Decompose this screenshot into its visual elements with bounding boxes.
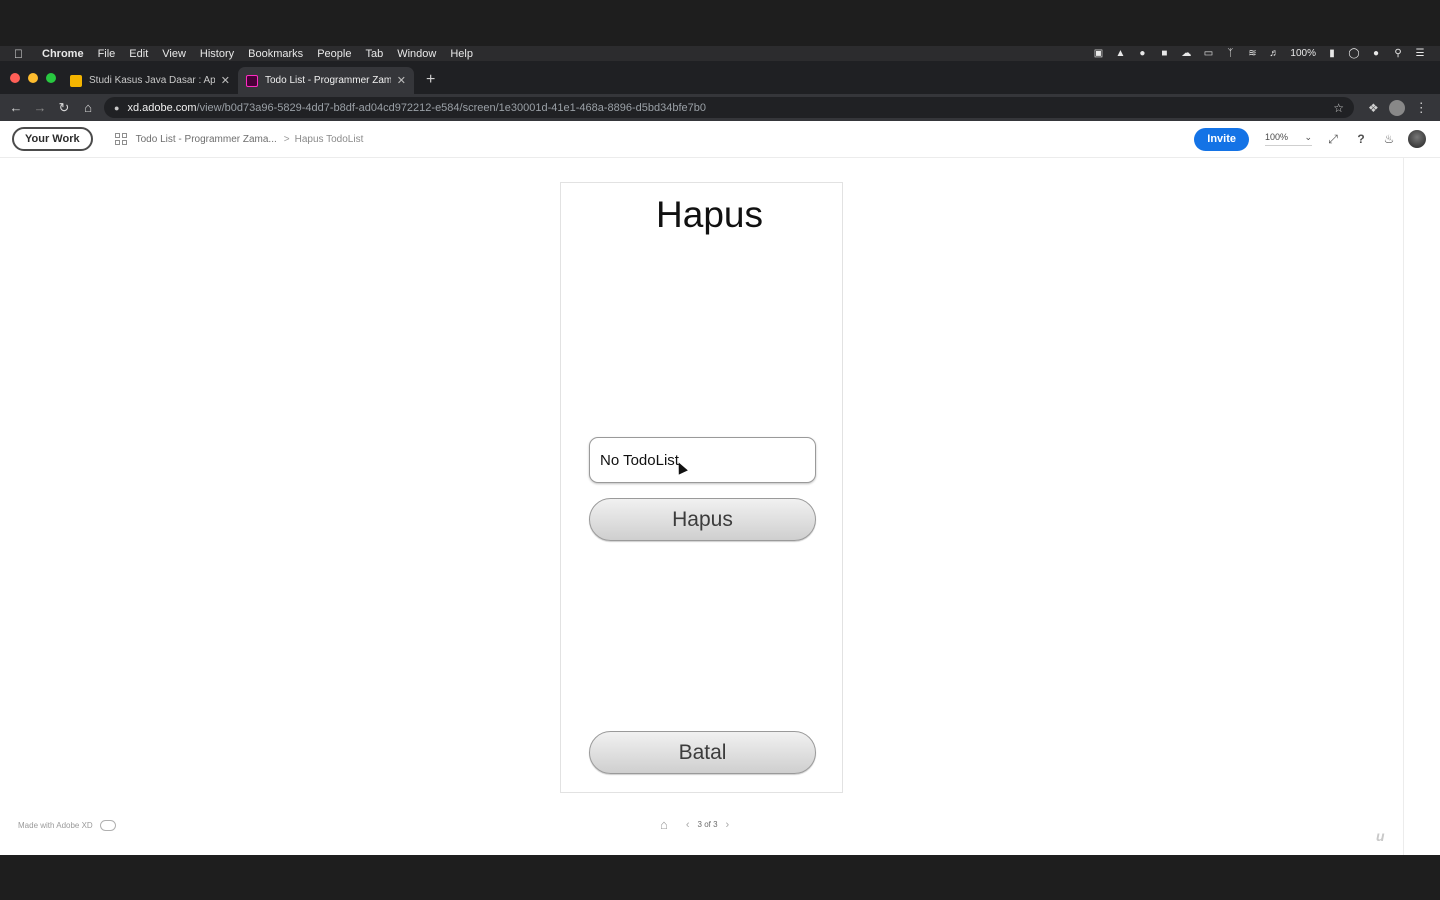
lock-icon[interactable]: ● — [114, 103, 119, 113]
profile-avatar-icon[interactable] — [1388, 99, 1405, 116]
your-work-button[interactable]: Your Work — [12, 127, 93, 151]
xd-header-actions: Invite 100% ⌄ ⤢ ? ♨ — [1194, 127, 1440, 151]
comments-rail-divider — [1403, 158, 1404, 855]
clock-icon[interactable]: ◯ — [1348, 48, 1360, 59]
screen-pager: ⌂ ‹ 3 of 3 › — [660, 817, 737, 832]
menu-bookmarks[interactable]: Bookmarks — [248, 48, 303, 60]
menu-file[interactable]: File — [98, 48, 116, 60]
hat-icon[interactable]: ▲ — [1114, 48, 1126, 59]
menu-history[interactable]: History — [200, 48, 234, 60]
close-tab-icon[interactable]: ✕ — [221, 74, 230, 87]
hapus-button[interactable]: Hapus — [589, 498, 816, 541]
browser-tab-todo-list[interactable]: Todo List - Programmer Zaman ✕ — [238, 67, 414, 94]
docker-icon[interactable]: ■ — [1158, 48, 1170, 59]
artboard-title: Hapus — [656, 194, 763, 235]
breadcrumb-screen: Hapus TodoList — [294, 133, 364, 145]
breadcrumb-project[interactable]: Todo List - Programmer Zama... — [136, 134, 277, 145]
close-tab-icon[interactable]: ✕ — [397, 74, 406, 87]
menu-help[interactable]: Help — [450, 48, 473, 60]
menu-view[interactable]: View — [162, 48, 186, 60]
browser-toolbar: ← → ↻ ⌂ ● xd.adobe.com /view/b0d73a96-58… — [0, 94, 1440, 121]
next-screen-icon[interactable]: › — [726, 819, 730, 831]
menu-tab[interactable]: Tab — [365, 48, 383, 60]
spotlight-search-icon[interactable]: ⚲ — [1392, 48, 1404, 59]
display-icon[interactable]: ▭ — [1202, 48, 1214, 59]
home-icon[interactable]: ⌂ — [76, 100, 100, 115]
xd-share-page: Your Work Todo List - Programmer Zama...… — [0, 121, 1440, 855]
udemy-watermark-logo: u — [1376, 828, 1385, 844]
adobe-xd-favicon-icon — [246, 74, 258, 87]
home-screen-icon[interactable]: ⌂ — [660, 817, 668, 832]
user-avatar[interactable] — [1408, 130, 1426, 148]
menu-edit[interactable]: Edit — [129, 48, 148, 60]
xd-header: Your Work Todo List - Programmer Zama...… — [0, 121, 1440, 158]
volume-icon[interactable]: ♬ — [1268, 48, 1280, 59]
made-with-xd: Made with Adobe XD — [18, 820, 116, 831]
extensions-puzzle-icon[interactable]: ❖ — [1368, 101, 1379, 115]
letterbox-top — [0, 0, 1440, 46]
menu-window[interactable]: Window — [397, 48, 436, 60]
browser-tab-studi-kasus[interactable]: Studi Kasus Java Dasar : Aplik ✕ — [62, 67, 238, 94]
browser-tab-strip: Studi Kasus Java Dasar : Aplik ✕ Todo Li… — [0, 61, 1440, 94]
mac-menubar:  Chrome File Edit View History Bookmark… — [0, 46, 1440, 61]
url-host: xd.adobe.com — [127, 101, 197, 114]
breadcrumb-separator: > — [283, 133, 290, 145]
chevron-down-icon: ⌄ — [1304, 132, 1312, 142]
made-with-label: Made with Adobe XD — [18, 821, 93, 830]
user-icon[interactable]: ● — [1370, 48, 1382, 59]
notification-bell-icon[interactable]: ♨ — [1382, 132, 1396, 146]
close-window-button[interactable] — [10, 73, 20, 83]
menu-people[interactable]: People — [317, 48, 351, 60]
pager-count: 3 of 3 — [697, 820, 718, 829]
battery-icon[interactable]: ▮ — [1326, 48, 1338, 59]
menubar-status-area: ▣ ▲ ● ■ ☁ ▭ ᛉ ≋ ♬ 100% ▮ ◯ ● ⚲ ☰ — [1092, 48, 1440, 59]
todo-number-input[interactable]: No TodoList — [589, 437, 816, 483]
bluetooth-icon[interactable]: ᛉ — [1224, 48, 1236, 59]
battery-percent[interactable]: 100% — [1290, 48, 1316, 59]
fullscreen-icon[interactable]: ⤢ — [1326, 132, 1340, 147]
tab-title: Studi Kasus Java Dasar : Aplik — [89, 75, 215, 86]
screen-record-icon[interactable]: ▣ — [1092, 48, 1104, 59]
address-bar[interactable]: ● xd.adobe.com /view/b0d73a96-5829-4dd7-… — [104, 97, 1354, 118]
menu-chrome[interactable]: Chrome — [42, 48, 84, 60]
forward-arrow-icon[interactable]: → — [28, 100, 52, 115]
chrome-menu-icon[interactable]: ⋮ — [1415, 100, 1428, 116]
grid-view-icon[interactable] — [114, 133, 127, 145]
new-tab-icon[interactable]: + — [426, 71, 435, 89]
apple-icon[interactable]:  — [14, 47, 30, 61]
help-icon[interactable]: ? — [1354, 132, 1368, 146]
wifi-icon[interactable]: ≋ — [1246, 48, 1258, 59]
reload-icon[interactable]: ↻ — [52, 100, 76, 116]
url-path: /view/b0d73a96-5829-4dd7-b8df-ad04cd9722… — [196, 101, 707, 114]
previous-screen-icon[interactable]: ‹ — [686, 819, 690, 831]
bookmark-star-icon[interactable]: ☆ — [1333, 101, 1344, 115]
zoom-select[interactable]: 100% ⌄ — [1265, 132, 1312, 146]
slides-favicon-icon — [70, 74, 82, 87]
artboard-hapus-todolist: Hapus No TodoList Hapus Batal — [560, 182, 843, 793]
creative-cloud-icon[interactable] — [99, 820, 116, 831]
letterbox-bottom — [0, 855, 1440, 900]
invite-button[interactable]: Invite — [1194, 127, 1249, 151]
minimize-window-button[interactable] — [28, 73, 38, 83]
zoom-value: 100% — [1265, 132, 1289, 142]
batal-button[interactable]: Batal — [589, 731, 816, 774]
window-controls — [10, 73, 56, 83]
cloud-icon[interactable]: ☁ — [1180, 48, 1192, 59]
tab-title: Todo List - Programmer Zaman — [265, 75, 391, 86]
zoom-window-button[interactable] — [46, 73, 56, 83]
coffee-icon[interactable]: ● — [1136, 48, 1148, 59]
back-arrow-icon[interactable]: ← — [4, 100, 28, 115]
control-center-icon[interactable]: ☰ — [1414, 48, 1426, 59]
